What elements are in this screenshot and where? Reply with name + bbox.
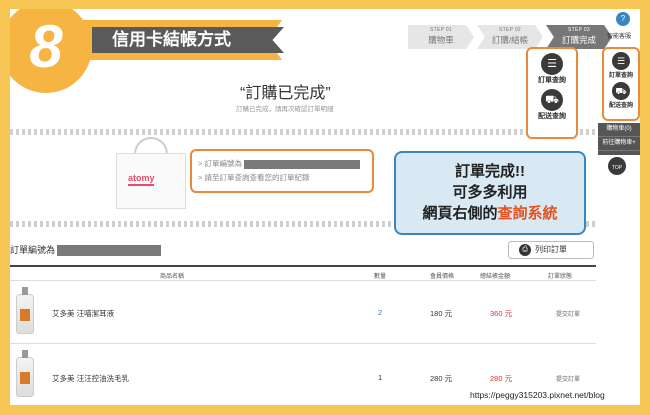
order-number-label: > 訂單編號為 [198, 159, 242, 168]
redacted-order-number [57, 245, 162, 257]
order-list-heading: 訂單編號為 [10, 243, 162, 257]
printer-icon: ⎙ [519, 244, 531, 256]
cart-count[interactable]: 購物車(0) [598, 123, 640, 137]
redacted-order-number [243, 159, 360, 169]
order-complete-title: “訂購已完成” [240, 85, 331, 102]
order-query-hint[interactable]: > 請至訂單查詢查看您的訂單紀錄 [198, 171, 372, 185]
banner-title: 信用卡結帳方式 [92, 27, 284, 53]
callout-line-1: 訂單完成!! [455, 163, 525, 180]
go-to-cart-link[interactable]: 前往購物車+ [598, 137, 640, 151]
delivery-query-icon[interactable]: ⛟ [612, 82, 630, 100]
order-query-icon[interactable]: ☰ [541, 53, 563, 75]
blog-url-watermark: https://peggy315203.pixnet.net/blog [468, 390, 607, 400]
delivery-query-icon[interactable]: ⛟ [541, 89, 563, 111]
scroll-top-button[interactable]: TOP [608, 157, 626, 175]
step-number-badge: 8 [10, 9, 92, 93]
page-frame: 信用卡結帳方式 8 STEP 01 購物車 STEP 02 訂購/結帳 STEP 0… [10, 9, 640, 405]
table-row: 艾多美 汪喵潔耳液 2 180 元 360 元 提交訂單 [10, 282, 596, 344]
brand-logo: atomy [128, 173, 155, 186]
callout-line-3: 網頁右側的查詢系統 [422, 205, 558, 222]
callout-line-2: 可多多利用 [452, 184, 528, 201]
sidebar-query-box: ☰ 訂單查詢 ⛟ 配送查詢 [602, 47, 640, 121]
tip-callout: 訂單完成!! 可多多利用 網頁右側的查詢系統 [394, 151, 586, 235]
smart-service-label[interactable]: 智能客服 [598, 31, 640, 40]
step-cart: STEP 01 購物車 [408, 25, 474, 49]
order-query-icon[interactable]: ☰ [612, 52, 630, 70]
order-table-header: 商品名稱 數量 會員價格 總結帳金額 訂單狀態 [10, 265, 596, 281]
order-complete-subtitle: 訂購已完成，請再次確認訂單明細 [236, 106, 334, 113]
product-image [16, 350, 34, 397]
checkout-steps: STEP 01 購物車 STEP 02 訂購/結帳 STEP 03 訂購完成 [408, 25, 615, 49]
product-image [16, 287, 34, 334]
order-info-box: > 訂單編號為 > 請至訂單查詢查看您的訂單紀錄 [190, 149, 374, 193]
print-order-button[interactable]: ⎙ 列印訂單 [508, 241, 594, 259]
sidebar-cart: 購物車(0) 前往購物車+ [598, 123, 640, 155]
query-icons-zoom: ☰ 訂單查詢 ⛟ 配送查詢 [526, 47, 578, 139]
product-name[interactable]: 艾多美 汪汪控油洗毛乳 [52, 373, 129, 384]
step-checkout: STEP 02 訂購/結帳 [477, 25, 543, 49]
divider [10, 129, 596, 135]
product-name[interactable]: 艾多美 汪喵潔耳液 [52, 308, 114, 319]
